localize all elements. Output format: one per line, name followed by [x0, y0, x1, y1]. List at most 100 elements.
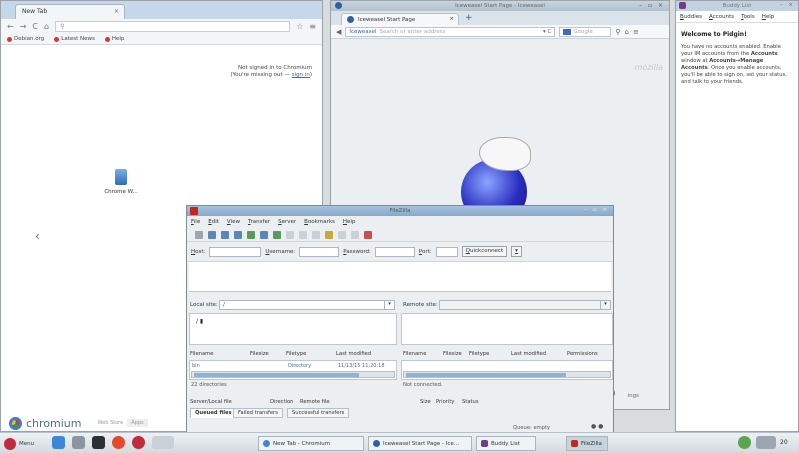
forward-arrow-icon[interactable]: → — [20, 22, 27, 31]
back-arrow-icon[interactable]: ← — [7, 22, 14, 31]
file-manager-icon[interactable] — [72, 436, 85, 449]
network-tray-icon[interactable] — [738, 436, 751, 449]
menu-accounts[interactable]: Accounts — [709, 14, 734, 20]
remote-tree[interactable] — [401, 313, 613, 345]
chromium-tab-new-tab[interactable]: New Tab × — [15, 4, 125, 19]
task-chromium[interactable]: New Tab - Chromium — [258, 436, 364, 451]
toggle-log-icon[interactable] — [208, 230, 216, 239]
quickconnect-dropdown-icon[interactable]: ▾ — [511, 246, 522, 257]
close-tab-icon[interactable]: × — [114, 8, 119, 15]
new-tab-plus-icon[interactable]: + — [465, 13, 473, 23]
tab-queued-files[interactable]: Queued files — [190, 408, 237, 418]
reload-icon[interactable]: C — [32, 22, 38, 31]
sync-browse-icon[interactable] — [351, 230, 359, 239]
app-tile-web-store[interactable]: Chrome W... — [101, 169, 141, 195]
col-filetype[interactable]: Filetype — [286, 351, 336, 357]
cancel-operation-icon[interactable] — [286, 230, 294, 239]
bookmark-help[interactable]: Help — [104, 36, 124, 42]
local-tree[interactable]: / ▮ — [189, 313, 397, 345]
menu-server[interactable]: Server — [278, 219, 296, 225]
menu-file[interactable]: File — [191, 219, 200, 225]
local-site-combo[interactable]: / ▾ — [219, 300, 395, 310]
search-files-icon[interactable] — [364, 230, 372, 239]
menu-buddies[interactable]: Buddies — [680, 14, 702, 20]
remote-file-list[interactable] — [401, 360, 613, 380]
clock[interactable]: 20 — [780, 439, 788, 446]
disconnect-icon[interactable] — [299, 230, 307, 239]
col-filesize[interactable]: Filesize — [250, 351, 286, 357]
search-bar[interactable]: Google — [559, 26, 612, 37]
menu-view[interactable]: View — [227, 219, 240, 225]
filezilla-window: FileZilla – ▫ × File Edit View Transfer … — [186, 205, 614, 435]
directory-filter-icon[interactable] — [325, 230, 333, 239]
url-dropdown-reload-icon[interactable]: ▾ C — [543, 29, 551, 35]
col-last-modified[interactable]: Last modified — [511, 351, 567, 357]
back-arrow-icon[interactable]: ◀ — [336, 28, 341, 36]
horizontal-scrollbar[interactable] — [191, 371, 395, 378]
host-input[interactable] — [209, 246, 262, 257]
toggle-local-tree-icon[interactable] — [221, 230, 229, 239]
bookmark-debian[interactable]: Debian.org — [7, 36, 44, 42]
refresh-icon[interactable] — [260, 230, 268, 239]
bookmark-latest-news[interactable]: Latest News — [54, 36, 95, 42]
col-permissions[interactable]: Permissions — [567, 351, 598, 357]
window-controls[interactable]: – ▫ × — [639, 2, 665, 9]
menu-help[interactable]: Help — [343, 219, 356, 225]
iceweasel-launcher-icon[interactable] — [112, 436, 125, 449]
search-icon[interactable]: ⚲ — [615, 28, 620, 36]
site-manager-icon[interactable] — [195, 230, 203, 239]
tab-successful-transfers[interactable]: Successful transfers — [287, 408, 350, 418]
window-controls[interactable]: – ▫ × — [584, 207, 609, 213]
toggle-remote-tree-icon[interactable] — [234, 230, 242, 239]
omnibox[interactable]: ⚲ — [55, 21, 291, 32]
menu-tools[interactable]: Tools — [741, 14, 755, 20]
task-pidgin[interactable]: Buddy List — [476, 436, 536, 451]
remote-site-combo[interactable]: ▾ — [439, 300, 611, 310]
col-filesize[interactable]: Filesize — [443, 351, 469, 357]
menu-icon[interactable]: ≡ — [633, 28, 639, 36]
col-filetype[interactable]: Filetype — [469, 351, 511, 357]
menu-icon[interactable]: ≡ — [309, 22, 316, 31]
apps-link[interactable]: Apps — [127, 419, 148, 427]
page-left-arrow-icon[interactable]: ‹ — [35, 229, 40, 243]
col-filename[interactable]: Filename — [403, 351, 443, 357]
browser-launcher-icon[interactable] — [52, 436, 65, 449]
col-filename[interactable]: Filename — [190, 351, 250, 357]
reconnect-icon[interactable] — [312, 230, 320, 239]
username-input[interactable] — [299, 246, 340, 257]
col-last-modified[interactable]: Last modified — [336, 351, 392, 357]
window-controls[interactable]: – × — [780, 2, 795, 8]
battery-tray-icon[interactable] — [756, 436, 776, 449]
close-tab-icon[interactable]: × — [449, 16, 454, 22]
table-row[interactable]: bin Directory 11/13/15 11:20:18 — [192, 363, 396, 369]
toggle-queue-icon[interactable] — [247, 230, 255, 239]
home-icon[interactable]: ⌂ — [625, 28, 629, 36]
debian-launcher-icon[interactable] — [132, 436, 145, 449]
task-filezilla[interactable]: FileZilla — [566, 436, 608, 451]
chevron-down-icon: ▾ — [384, 301, 394, 309]
password-input[interactable] — [374, 246, 415, 257]
workspace-pager[interactable] — [152, 436, 174, 449]
process-queue-icon[interactable] — [273, 230, 281, 239]
tab-failed-transfers[interactable]: Failed transfers — [233, 408, 283, 418]
menu-edit[interactable]: Edit — [208, 219, 219, 225]
message-log — [189, 262, 611, 292]
compare-icon[interactable] — [338, 230, 346, 239]
menu-help[interactable]: Help — [762, 14, 775, 20]
menu-bookmarks[interactable]: Bookmarks — [304, 219, 335, 225]
menu-transfer[interactable]: Transfer — [248, 219, 270, 225]
taskbar: Menu New Tab - Chromium Iceweasel Start … — [0, 432, 799, 453]
port-input[interactable] — [435, 246, 458, 257]
iceweasel-tab-start-page[interactable]: Iceweasel Start Page × — [341, 13, 459, 25]
task-iceweasel[interactable]: Iceweasel Start Page - Ice... — [368, 436, 472, 451]
bookmark-star-icon[interactable]: ☆ — [296, 22, 303, 31]
quickconnect-button[interactable]: Quickconnect — [461, 246, 508, 257]
url-bar[interactable]: Iceweasel Search or enter address ▾ C — [345, 26, 556, 37]
start-menu-button[interactable]: Menu — [4, 436, 34, 451]
web-store-link[interactable]: Web Store — [98, 420, 124, 426]
home-icon[interactable]: ⌂ — [44, 22, 49, 31]
horizontal-scrollbar[interactable] — [403, 371, 611, 378]
sign-in-link[interactable]: sign in — [292, 72, 310, 78]
terminal-icon[interactable] — [92, 436, 105, 449]
local-file-list[interactable]: bin Directory 11/13/15 11:20:18 — [189, 360, 397, 380]
